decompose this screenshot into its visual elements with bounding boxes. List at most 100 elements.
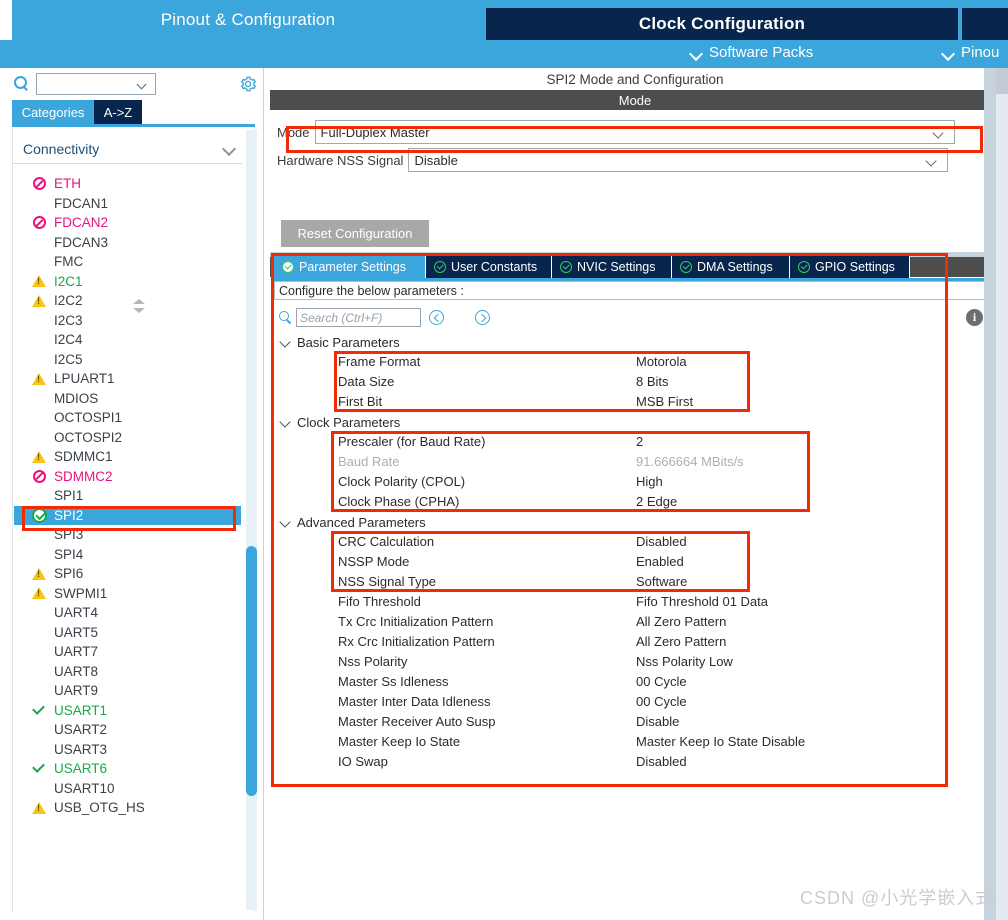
param-value[interactable]: 00 Cycle: [636, 672, 687, 692]
param-group-clock-parameters[interactable]: Clock Parameters: [280, 412, 400, 432]
param-row[interactable]: Master Keep Io State Master Keep Io State…: [274, 732, 948, 752]
param-row[interactable]: Prescaler (for Baud Rate) 2: [274, 432, 948, 452]
sidebar-item-usart2[interactable]: USART2: [14, 720, 241, 739]
tab-gpio-settings[interactable]: GPIO Settings: [790, 256, 910, 278]
sidebar-item-fmc[interactable]: FMC: [14, 252, 241, 271]
sidebar-item-usart3[interactable]: USART3: [14, 740, 241, 759]
sidebar-item-eth[interactable]: ETH: [14, 174, 241, 193]
sidebar-item-uart5[interactable]: UART5: [14, 623, 241, 642]
param-row[interactable]: First Bit MSB First: [274, 392, 948, 412]
param-value[interactable]: Software: [636, 572, 687, 592]
tab-user-constants[interactable]: User Constants: [426, 256, 552, 278]
sidebar-item-sdmmc2[interactable]: SDMMC2: [14, 467, 241, 486]
gear-icon[interactable]: [239, 75, 257, 93]
sidebar-item-mdios[interactable]: MDIOS: [14, 389, 241, 408]
param-value[interactable]: Fifo Threshold 01 Data: [636, 592, 768, 612]
sidebar-item-spi1[interactable]: SPI1: [14, 486, 241, 505]
sidebar-search-combo[interactable]: [36, 73, 156, 95]
sidebar-item-spi3[interactable]: SPI3: [14, 525, 241, 544]
chevron-left-circle-icon[interactable]: [429, 310, 444, 325]
main-scrollbar-thumb[interactable]: [996, 68, 1008, 94]
param-row[interactable]: IO Swap Disabled: [274, 752, 948, 772]
sidebar-item-i2c5[interactable]: I2C5: [14, 350, 241, 369]
main-scrollbar-track[interactable]: [996, 68, 1008, 920]
sidebar-item-fdcan2[interactable]: FDCAN2: [14, 213, 241, 232]
sidebar-item-usb_otg_hs[interactable]: USB_OTG_HS: [14, 798, 241, 817]
chevron-right-circle-icon[interactable]: [475, 310, 490, 325]
tab-pinout-configuration[interactable]: Pinout & Configuration: [12, 0, 484, 40]
tab-clock-configuration[interactable]: Clock Configuration: [486, 8, 958, 40]
param-row[interactable]: Clock Phase (CPHA) 2 Edge: [274, 492, 948, 512]
param-row[interactable]: Master Ss Idleness 00 Cycle: [274, 672, 948, 692]
parameter-search-input[interactable]: Search (Ctrl+F): [296, 308, 421, 327]
sidebar-item-i2c1[interactable]: I2C1: [14, 272, 241, 291]
menu-pinout[interactable]: Pinou: [942, 44, 999, 61]
param-value[interactable]: 00 Cycle: [636, 692, 687, 712]
sidebar-item-uart9[interactable]: UART9: [14, 681, 241, 700]
param-value[interactable]: Enabled: [636, 552, 684, 572]
sidebar-scrollbar-thumb[interactable]: [246, 546, 257, 796]
sidebar-item-octospi1[interactable]: OCTOSPI1: [14, 408, 241, 427]
param-row[interactable]: CRC Calculation Disabled: [274, 532, 948, 552]
menu-software-packs[interactable]: Software Packs: [690, 44, 813, 61]
param-row[interactable]: NSS Signal Type Software: [274, 572, 948, 592]
sidebar-item-uart4[interactable]: UART4: [14, 603, 241, 622]
info-icon[interactable]: i: [966, 309, 983, 326]
sidebar-item-usart10[interactable]: USART10: [14, 779, 241, 798]
param-value[interactable]: All Zero Pattern: [636, 612, 726, 632]
sidebar-item-i2c2[interactable]: I2C2: [14, 291, 241, 310]
param-row[interactable]: Rx Crc Initialization Pattern All Zero Pa…: [274, 632, 948, 652]
param-row[interactable]: Baud Rate 91.666664 MBits/s: [274, 452, 948, 472]
sidebar-item-usart6[interactable]: USART6: [14, 759, 241, 778]
hardware-nss-select[interactable]: Disable: [408, 148, 949, 172]
param-row[interactable]: Master Inter Data Idleness 00 Cycle: [274, 692, 948, 712]
param-value[interactable]: High: [636, 472, 663, 492]
sidebar-item-i2c4[interactable]: I2C4: [14, 330, 241, 349]
param-row[interactable]: Frame Format Motorola: [274, 352, 948, 372]
sidebar-group-connectivity[interactable]: Connectivity: [13, 134, 242, 164]
param-value[interactable]: MSB First: [636, 392, 693, 412]
tab-parameter-settings[interactable]: Parameter Settings: [274, 256, 426, 278]
sidebar-item-uart7[interactable]: UART7: [14, 642, 241, 661]
param-row[interactable]: Tx Crc Initialization Pattern All Zero Pa…: [274, 612, 948, 632]
param-row[interactable]: Nss Polarity Nss Polarity Low: [274, 652, 948, 672]
param-value[interactable]: 2 Edge: [636, 492, 677, 512]
param-row[interactable]: Data Size 8 Bits: [274, 372, 948, 392]
param-value[interactable]: Motorola: [636, 352, 687, 372]
param-row[interactable]: NSSP Mode Enabled: [274, 552, 948, 572]
sidebar-item-i2c3[interactable]: I2C3: [14, 311, 241, 330]
tab-overflow-stub[interactable]: [962, 8, 1008, 40]
reset-configuration-button[interactable]: Reset Configuration: [281, 220, 429, 247]
param-value[interactable]: Disabled: [636, 752, 687, 772]
sidebar-item-spi4[interactable]: SPI4: [14, 545, 241, 564]
tab-nvic-settings[interactable]: NVIC Settings: [552, 256, 672, 278]
sidebar-tab-a-to-z[interactable]: A->Z: [94, 100, 142, 124]
param-value[interactable]: All Zero Pattern: [636, 632, 726, 652]
sidebar-item-spi2[interactable]: SPI2: [14, 505, 241, 525]
sidebar-item-lpuart1[interactable]: LPUART1: [14, 369, 241, 388]
sidebar-item-swpmi1[interactable]: SWPMI1: [14, 584, 241, 603]
sidebar-item-fdcan1[interactable]: FDCAN1: [14, 194, 241, 213]
param-value[interactable]: 2: [636, 432, 643, 452]
sidebar-item-fdcan3[interactable]: FDCAN3: [14, 233, 241, 252]
sidebar-group-multimedia[interactable]: Multimedia: [13, 916, 242, 920]
param-value[interactable]: Master Keep Io State Disable: [636, 732, 805, 752]
param-group-basic-parameters[interactable]: Basic Parameters: [280, 332, 400, 352]
param-row[interactable]: Master Receiver Auto Susp Disable: [274, 712, 948, 732]
param-value[interactable]: 8 Bits: [636, 372, 669, 392]
param-value[interactable]: Disable: [636, 712, 679, 732]
param-row[interactable]: Clock Polarity (CPOL) High: [274, 472, 948, 492]
sidebar-item-sdmmc1[interactable]: SDMMC1: [14, 447, 241, 466]
sidebar-item-uart8[interactable]: UART8: [14, 662, 241, 681]
mode-select[interactable]: Full-Duplex Master: [314, 120, 955, 144]
param-value[interactable]: Disabled: [636, 532, 687, 552]
sidebar-item-usart1[interactable]: USART1: [14, 701, 241, 720]
sidebar-item-spi6[interactable]: SPI6: [14, 564, 241, 583]
param-row[interactable]: Fifo Threshold Fifo Threshold 01 Data: [274, 592, 948, 612]
sidebar-tab-categories[interactable]: Categories: [12, 100, 94, 124]
param-value[interactable]: 91.666664 MBits/s: [636, 452, 744, 472]
param-value[interactable]: Nss Polarity Low: [636, 652, 733, 672]
param-group-advanced-parameters[interactable]: Advanced Parameters: [280, 512, 426, 532]
sidebar-item-octospi2[interactable]: OCTOSPI2: [14, 428, 241, 447]
tab-dma-settings[interactable]: DMA Settings: [672, 256, 790, 278]
